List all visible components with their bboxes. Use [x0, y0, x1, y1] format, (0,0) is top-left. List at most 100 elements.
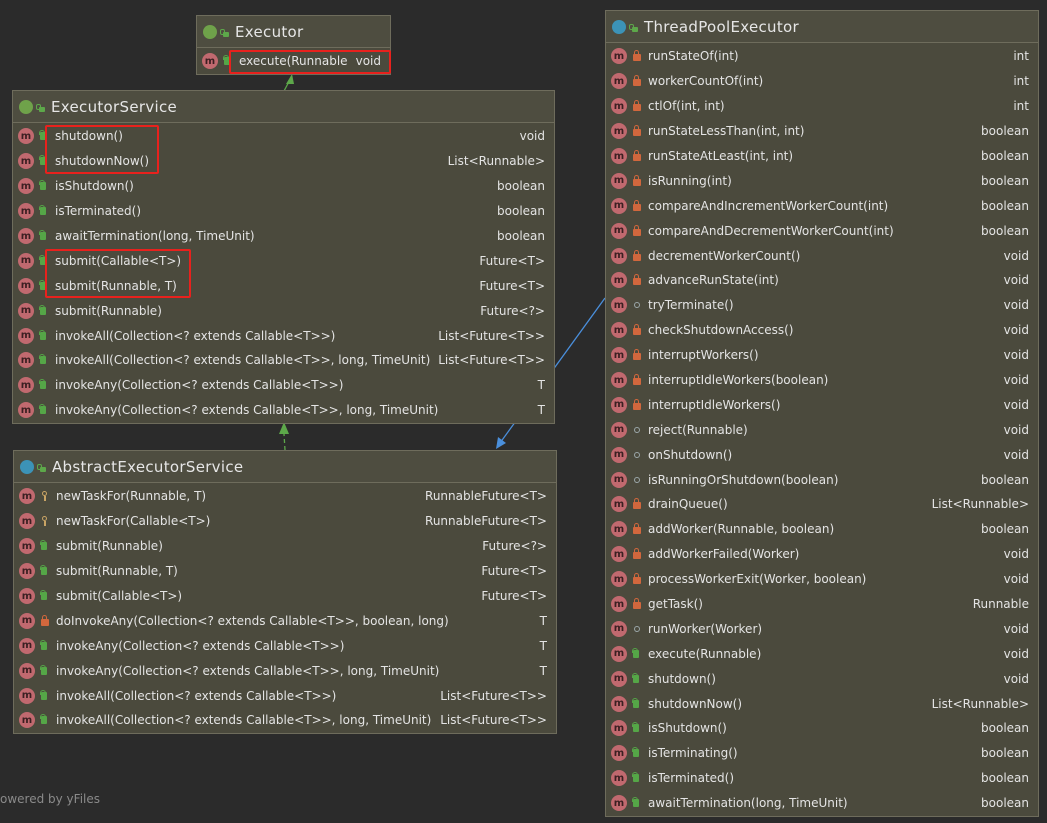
method-icon: m — [611, 372, 627, 389]
method-row[interactable]: m shutdown() void — [606, 666, 1038, 691]
method-icon: m — [611, 546, 627, 563]
method-row[interactable]: m decrementWorkerCount() void — [606, 243, 1038, 268]
method-name: shutdown() — [55, 129, 123, 144]
method-return-type: boolean — [497, 179, 545, 194]
method-row[interactable]: m addWorkerFailed(Worker) void — [606, 542, 1038, 567]
method-row[interactable]: m execute(Runnable) void — [606, 641, 1038, 666]
method-icon: m — [19, 538, 35, 555]
public-visibility-icon — [632, 672, 642, 685]
public-icon — [629, 23, 638, 32]
method-row[interactable]: m workerCountOf(int) int — [606, 69, 1038, 94]
method-row[interactable]: m runStateAtLeast(int, int) boolean — [606, 144, 1038, 169]
method-row[interactable]: m isTerminated() boolean — [606, 766, 1038, 791]
private-visibility-icon — [632, 324, 642, 336]
method-icon: m — [611, 446, 627, 463]
method-row[interactable]: m invokeAll(Collection<? extends Callable… — [13, 348, 554, 373]
method-row[interactable]: m onShutdown() void — [606, 442, 1038, 467]
method-row[interactable]: m submit(Callable<T>) Future<T> — [14, 584, 556, 609]
method-row[interactable]: m awaitTermination(long, TimeUnit) boolean — [13, 224, 554, 249]
method-row[interactable]: m submit(Runnable, T) Future<T> — [14, 559, 556, 584]
method-row[interactable]: m awaitTermination(long, TimeUnit) boolean — [606, 791, 1038, 816]
method-icon: m — [18, 402, 34, 419]
method-icon: m — [202, 53, 218, 70]
method-name: interruptIdleWorkers(boolean) — [648, 373, 829, 388]
method-row[interactable]: m runStateLessThan(int, int) boolean — [606, 119, 1038, 144]
method-row[interactable]: m interruptIdleWorkers(boolean) void — [606, 368, 1038, 393]
method-icon: m — [611, 745, 627, 762]
method-row[interactable]: m invokeAll(Collection<? extends Callable… — [14, 708, 556, 733]
method-name: isRunningOrShutdown(boolean) — [648, 472, 839, 487]
method-row[interactable]: m isRunning(int) boolean — [606, 168, 1038, 193]
method-row[interactable]: m shutdown() void — [13, 124, 554, 149]
method-row[interactable]: m invokeAny(Collection<? extends Callable… — [14, 658, 556, 683]
method-row[interactable]: m invokeAny(Collection<? extends Callable… — [13, 398, 554, 423]
method-row[interactable]: m shutdownNow() List<Runnable> — [13, 149, 554, 174]
private-visibility-icon — [632, 50, 642, 62]
public-visibility-icon — [39, 254, 49, 267]
method-row[interactable]: m invokeAny(Collection<? extends Callable… — [14, 633, 556, 658]
class-executor-service[interactable]: ExecutorService m shutdown() void m shutdown… — [12, 90, 555, 424]
method-row[interactable]: m isTerminating() boolean — [606, 741, 1038, 766]
method-name: newTaskFor(Callable<T>) — [56, 514, 211, 529]
method-row[interactable]: m isShutdown() boolean — [13, 174, 554, 199]
method-row[interactable]: m tryTerminate() void — [606, 293, 1038, 318]
public-visibility-icon — [39, 304, 49, 317]
interface-icon — [203, 24, 217, 39]
method-return-type: List<Runnable> — [931, 696, 1029, 711]
method-row[interactable]: m submit(Runnable) Future<?> — [13, 298, 554, 323]
method-row[interactable]: m addWorker(Runnable, boolean) boolean — [606, 517, 1038, 542]
method-row[interactable]: m drainQueue() List<Runnable> — [606, 492, 1038, 517]
method-icon: m — [611, 73, 627, 90]
method-row[interactable]: m submit(Runnable, T) Future<T> — [13, 273, 554, 298]
private-visibility-icon — [632, 598, 642, 610]
class-executor[interactable]: Executor m execute(Runnable) void — [196, 15, 391, 75]
method-row[interactable]: m newTaskFor(Runnable, T) RunnableFuture<T… — [14, 484, 556, 509]
method-row[interactable]: m invokeAny(Collection<? extends Callable… — [13, 373, 554, 398]
method-row[interactable]: m newTaskFor(Callable<T>) RunnableFuture<T… — [14, 509, 556, 534]
method-return-type: List<Runnable> — [931, 497, 1029, 512]
method-name: runStateAtLeast(int, int) — [648, 149, 794, 163]
method-row[interactable]: m isTerminated() boolean — [13, 199, 554, 224]
method-row[interactable]: m submit(Runnable) Future<?> — [14, 534, 556, 559]
method-row[interactable]: m runWorker(Worker) void — [606, 616, 1038, 641]
method-name: runStateLessThan(int, int) — [648, 124, 805, 139]
method-row[interactable]: m interruptWorkers() void — [606, 343, 1038, 368]
method-name: submit(Runnable, T) — [56, 564, 178, 579]
method-icon: m — [611, 471, 627, 488]
method-row[interactable]: m submit(Callable<T>) Future<T> — [13, 248, 554, 273]
method-row[interactable]: m checkShutdownAccess() void — [606, 318, 1038, 343]
method-name: isTerminated() — [55, 204, 142, 219]
method-name: invokeAll(Collection<? extends Callable<… — [55, 328, 336, 343]
method-row[interactable]: m ctlOf(int, int) int — [606, 94, 1038, 119]
method-icon: m — [19, 712, 35, 729]
method-return-type: void — [1003, 248, 1029, 263]
method-row[interactable]: m compareAndIncrementWorkerCount(int) bool… — [606, 193, 1038, 218]
method-return-type: T — [537, 403, 545, 418]
method-row[interactable]: m getTask() Runnable — [606, 592, 1038, 617]
method-row[interactable]: m interruptIdleWorkers() void — [606, 392, 1038, 417]
method-row[interactable]: m reject(Runnable) void — [606, 417, 1038, 442]
method-return-type: void — [519, 129, 545, 144]
method-return-type: List<Runnable> — [447, 154, 545, 169]
method-return-type: void — [1003, 323, 1029, 338]
method-row[interactable]: m compareAndDecrementWorkerCount(int) bool… — [606, 218, 1038, 243]
method-row[interactable]: m invokeAll(Collection<? extends Callable… — [14, 683, 556, 708]
method-row[interactable]: m invokeAll(Collection<? extends Callable… — [13, 323, 554, 348]
method-row[interactable]: m runStateOf(int) int — [606, 44, 1038, 69]
method-icon: m — [18, 228, 34, 244]
method-icon: m — [611, 297, 627, 314]
method-row[interactable]: m shutdownNow() List<Runnable> — [606, 691, 1038, 716]
method-name: compareAndDecrementWorkerCount(int) — [648, 223, 894, 238]
private-visibility-icon — [40, 614, 50, 627]
method-row[interactable]: m isShutdown() boolean — [606, 716, 1038, 741]
method-row[interactable]: m processWorkerExit(Worker, boolean) void — [606, 567, 1038, 592]
method-icon: m — [611, 571, 627, 588]
class-abstract-executor-service[interactable]: AbstractExecutorService m newTaskFor(Runn… — [13, 450, 557, 734]
method-row[interactable]: m isRunningOrShutdown(boolean) boolean — [606, 467, 1038, 492]
method-row[interactable]: m doInvokeAny(Collection<? extends Callab… — [14, 608, 556, 633]
public-visibility-icon — [632, 697, 642, 710]
method-row[interactable]: m execute(Runnable) void — [197, 49, 390, 74]
method-name: submit(Runnable, T) — [55, 278, 177, 293]
class-thread-pool-executor[interactable]: ThreadPoolExecutor m runStateOf(int) int m w… — [605, 10, 1039, 817]
method-row[interactable]: m advanceRunState(int) void — [606, 268, 1038, 293]
